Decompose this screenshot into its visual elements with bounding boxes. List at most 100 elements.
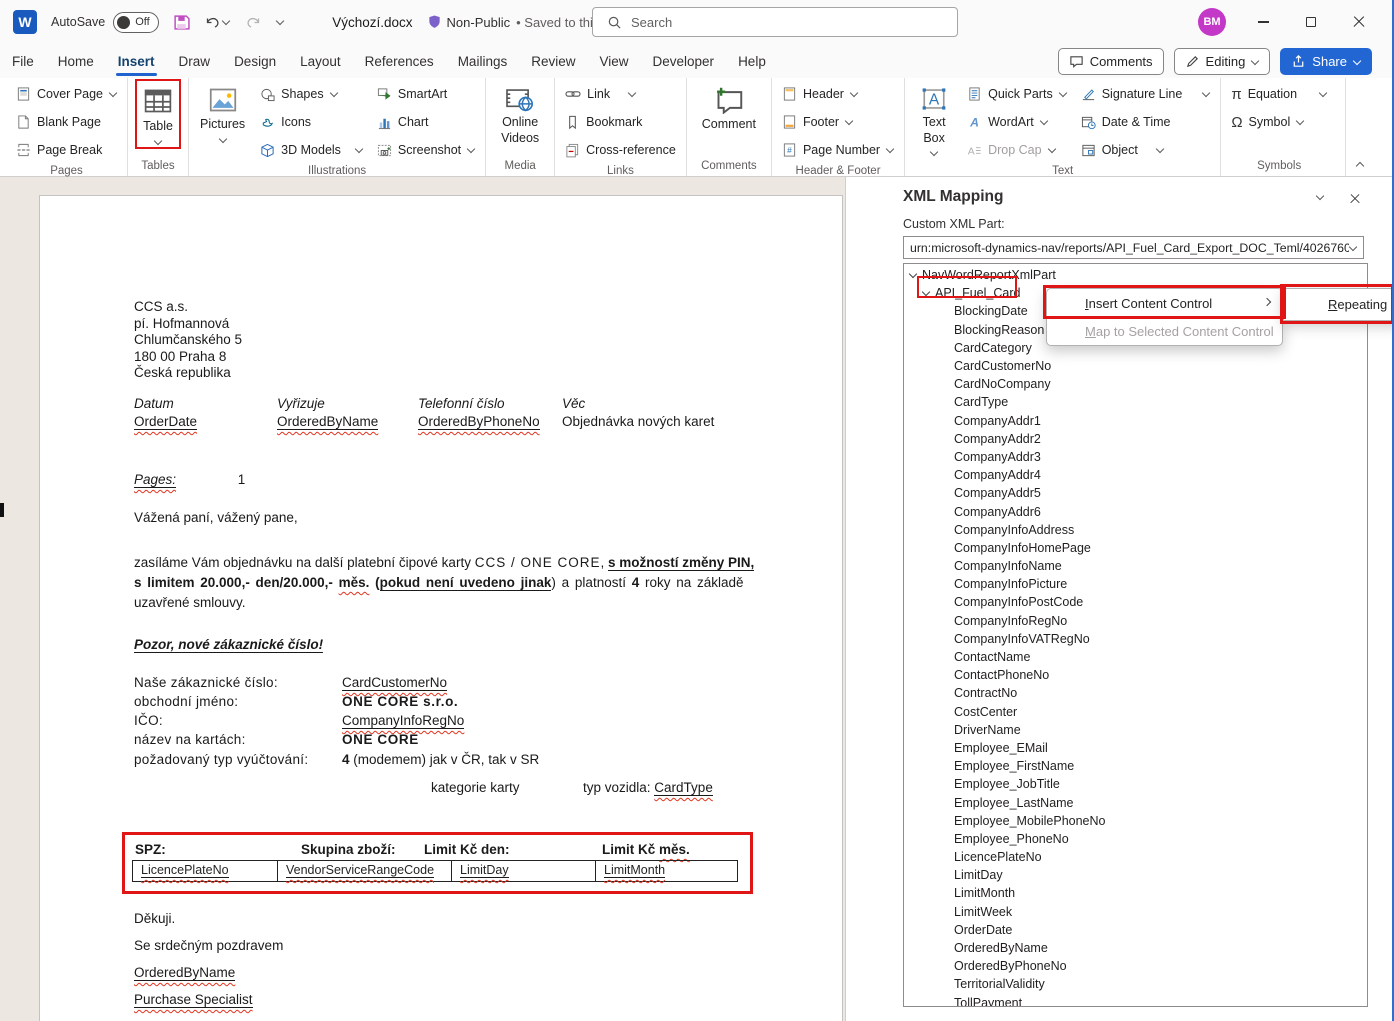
menu-item-map-to-selected[interactable]: Map to Selected Content Control	[1047, 317, 1282, 345]
table-button[interactable]: Table	[138, 82, 178, 146]
xml-field-item[interactable]: CardCustomerNo	[904, 357, 1367, 375]
ribbon-tab[interactable]: File	[0, 44, 46, 78]
xml-field-item[interactable]: Employee_JobTitle	[904, 775, 1367, 793]
xml-field-item[interactable]: CompanyAddr6	[904, 502, 1367, 520]
text-box-button[interactable]: A Text Box	[911, 82, 957, 162]
ribbon-tab[interactable]: Draw	[167, 44, 223, 78]
ribbon-tab[interactable]: Help	[726, 44, 778, 78]
wordart-button[interactable]: A WordArt	[963, 110, 1071, 134]
header-button[interactable]: Header	[778, 82, 898, 106]
maximize-button[interactable]	[1288, 0, 1334, 44]
pictures-button[interactable]: Pictures	[195, 82, 250, 162]
editing-mode-button[interactable]: Editing	[1174, 48, 1271, 75]
xml-field-item[interactable]: OrderedByPhoneNo	[904, 957, 1367, 975]
document-title[interactable]: Výchozí.docx	[332, 15, 412, 30]
online-videos-button[interactable]: Online Videos	[494, 82, 546, 146]
table-cell-licenceplateno[interactable]: LicencePlateNo	[132, 860, 278, 882]
ribbon-tab[interactable]: Mailings	[446, 44, 520, 78]
xml-field-item[interactable]: Employee_MobilePhoneNo	[904, 812, 1367, 830]
xml-field-item[interactable]: OrderDate	[904, 921, 1367, 939]
document-page[interactable]: CCS a.s.pí. HofmannováChlumčanského 5180…	[39, 195, 843, 1021]
share-button[interactable]: Share	[1280, 48, 1372, 75]
custom-xml-part-dropdown[interactable]: urn:microsoft-dynamics-nav/reports/API_F…	[903, 236, 1364, 259]
3d-models-button[interactable]: 3D Models	[256, 138, 367, 162]
document-canvas[interactable]: CCS a.s.pí. HofmannováChlumčanského 5180…	[0, 177, 845, 1021]
xml-field-item[interactable]: CompanyInfoRegNo	[904, 612, 1367, 630]
xml-field-item[interactable]: CompanyInfoAddress	[904, 521, 1367, 539]
field-token-cardtype[interactable]: CardType	[654, 780, 713, 796]
ribbon-tab[interactable]: Home	[46, 44, 106, 78]
page-break-button[interactable]: Page Break	[12, 138, 121, 162]
pane-close-icon[interactable]	[1350, 194, 1360, 204]
link-button[interactable]: Link	[561, 82, 680, 106]
table-cell-vendorservicerangecode[interactable]: VendorServiceRangeCode	[278, 860, 452, 882]
xml-field-item[interactable]: Employee_FirstName	[904, 757, 1367, 775]
minimize-button[interactable]	[1240, 0, 1286, 44]
smartart-button[interactable]: SmartArt	[373, 82, 479, 106]
xml-field-item[interactable]: CompanyAddr5	[904, 484, 1367, 502]
xml-field-item[interactable]: CardNoCompany	[904, 375, 1367, 393]
xml-field-item[interactable]: DriverName	[904, 721, 1367, 739]
xml-field-item[interactable]: TollPayment	[904, 994, 1367, 1008]
table-cell-limitday[interactable]: LimitDay	[452, 860, 596, 882]
xml-field-item[interactable]: LimitWeek	[904, 903, 1367, 921]
xml-field-item[interactable]: ContractNo	[904, 684, 1367, 702]
table-cell-limitmonth[interactable]: LimitMonth	[596, 860, 738, 882]
icons-button[interactable]: Icons	[256, 110, 367, 134]
ribbon-tab[interactable]: Layout	[288, 44, 353, 78]
blank-page-button[interactable]: Blank Page	[12, 110, 121, 134]
undo-button[interactable]	[204, 14, 230, 30]
ribbon-tab[interactable]: Insert	[106, 44, 167, 78]
pane-options-icon[interactable]	[1316, 193, 1324, 201]
xml-field-item[interactable]: Employee_PhoneNo	[904, 830, 1367, 848]
xml-field-item[interactable]: LicencePlateNo	[904, 848, 1367, 866]
ribbon-tab[interactable]: View	[587, 44, 640, 78]
footer-button[interactable]: Footer	[778, 110, 898, 134]
quick-access-more-button[interactable]	[276, 18, 284, 26]
redo-button[interactable]	[244, 14, 262, 30]
xml-field-item[interactable]: CompanyAddr2	[904, 430, 1367, 448]
ribbon-tab[interactable]: References	[353, 44, 446, 78]
xml-field-item[interactable]: CompanyAddr4	[904, 466, 1367, 484]
field-token-cardcustomerno[interactable]: CardCustomerNo	[342, 675, 447, 690]
field-token-orderedbyphoneno[interactable]: OrderedByPhoneNo	[418, 414, 540, 429]
xml-field-item[interactable]: CompanyAddr3	[904, 448, 1367, 466]
xml-field-item[interactable]: CardType	[904, 393, 1367, 411]
xml-field-item[interactable]: TerritorialValidity	[904, 975, 1367, 993]
ribbon-tab[interactable]: Review	[519, 44, 587, 78]
comments-button[interactable]: Comments	[1058, 48, 1164, 75]
collapse-ribbon-button[interactable]	[1356, 160, 1364, 168]
xml-field-item[interactable]: LimitDay	[904, 866, 1367, 884]
xml-field-item[interactable]: CompanyInfoVATRegNo	[904, 630, 1367, 648]
xml-field-item[interactable]: ContactPhoneNo	[904, 666, 1367, 684]
xml-field-item[interactable]: ContactName	[904, 648, 1367, 666]
equation-button[interactable]: π Equation	[1227, 82, 1331, 106]
ribbon-tab[interactable]: Developer	[641, 44, 727, 78]
page-number-button[interactable]: # Page Number	[778, 138, 898, 162]
cross-reference-button[interactable]: Cross-reference	[561, 138, 680, 162]
drop-cap-button[interactable]: A Drop Cap	[963, 138, 1071, 162]
xml-field-item[interactable]: OrderedByName	[904, 939, 1367, 957]
undo-dropdown-icon[interactable]	[222, 18, 230, 26]
save-button[interactable]	[173, 14, 190, 31]
xml-field-item[interactable]: CompanyInfoPicture	[904, 575, 1367, 593]
xml-field-item[interactable]: CompanyInfoPostCode	[904, 593, 1367, 611]
symbol-button[interactable]: Ω Symbol	[1227, 110, 1331, 134]
new-comment-button[interactable]: Comment	[697, 82, 761, 133]
xml-field-item[interactable]: Employee_EMail	[904, 739, 1367, 757]
cover-page-button[interactable]: Cover Page	[12, 82, 121, 106]
xml-field-item[interactable]: LimitMonth	[904, 884, 1367, 902]
quick-parts-button[interactable]: Quick Parts	[963, 82, 1071, 106]
signature-line-button[interactable]: Signature Line	[1077, 82, 1215, 106]
field-token-orderdate[interactable]: OrderDate	[134, 414, 197, 429]
chart-button[interactable]: Chart	[373, 110, 479, 134]
avatar[interactable]: BM	[1198, 8, 1226, 36]
date-time-button[interactable]: Date & Time	[1077, 110, 1215, 134]
field-token-companyinforegno[interactable]: CompanyInfoRegNo	[342, 713, 464, 728]
screenshot-button[interactable]: Screenshot	[373, 138, 479, 162]
object-button[interactable]: Object	[1077, 138, 1215, 162]
shapes-button[interactable]: Shapes	[256, 82, 367, 106]
field-token-orderedbyname[interactable]: OrderedByName	[277, 414, 378, 429]
close-button[interactable]	[1336, 0, 1382, 44]
xml-field-item[interactable]: CompanyAddr1	[904, 412, 1367, 430]
